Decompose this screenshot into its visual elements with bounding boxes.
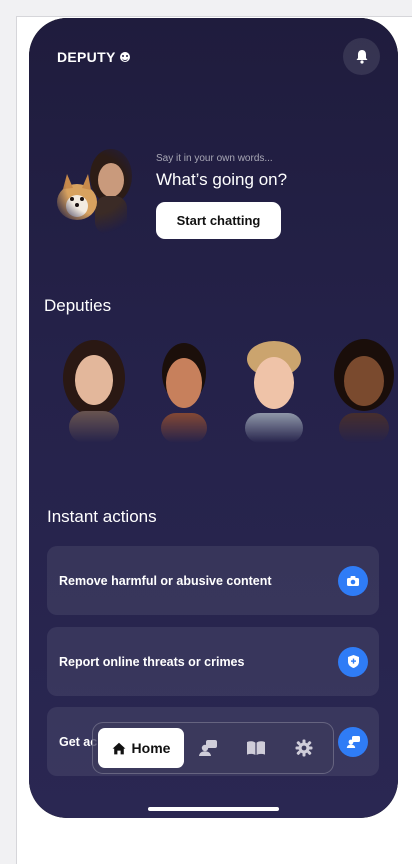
tab-settings[interactable] (280, 728, 328, 768)
tab-deputies[interactable] (184, 728, 232, 768)
hero-question: What’s going on? (156, 170, 288, 189)
chat-person-icon (338, 726, 368, 757)
hero-subtitle: Say it in your own words... (156, 153, 273, 164)
action-remove-content[interactable]: Remove harmful or abusive content (47, 546, 379, 615)
app-screen: DEPUTY Say it in your own words... What’… (29, 18, 398, 818)
bottom-tab-bar: Home (92, 722, 334, 774)
notifications-button[interactable] (343, 38, 380, 75)
tab-home-label: Home (131, 740, 171, 756)
camera-icon (338, 565, 368, 596)
deputy-icon (199, 740, 217, 756)
smiley-icon (119, 52, 130, 62)
deputy-card-3[interactable] (231, 333, 317, 443)
hero-image (57, 149, 132, 234)
brand-logo: DEPUTY (57, 49, 130, 65)
action-label: Report online threats or crimes (59, 654, 245, 669)
phone-frame: DEPUTY Say it in your own words... What’… (29, 18, 398, 818)
brand-name: DEPUTY (57, 49, 116, 65)
start-chatting-button[interactable]: Start chatting (156, 202, 281, 239)
deputy-card-2[interactable] (141, 333, 227, 443)
bell-icon (356, 50, 367, 64)
deputies-title: Deputies (44, 296, 112, 315)
book-icon (247, 741, 265, 755)
instant-actions-title: Instant actions (47, 507, 157, 526)
gear-icon (295, 739, 313, 757)
deputy-card-4[interactable] (321, 333, 398, 443)
home-icon (112, 742, 125, 754)
action-label: Remove harmful or abusive content (59, 573, 272, 588)
home-indicator (148, 807, 279, 811)
deputy-card-1[interactable] (51, 333, 137, 443)
shield-plus-icon (338, 646, 368, 677)
action-report-threats[interactable]: Report online threats or crimes (47, 627, 379, 696)
tab-home[interactable]: Home (98, 728, 184, 768)
tab-library[interactable] (232, 728, 280, 768)
